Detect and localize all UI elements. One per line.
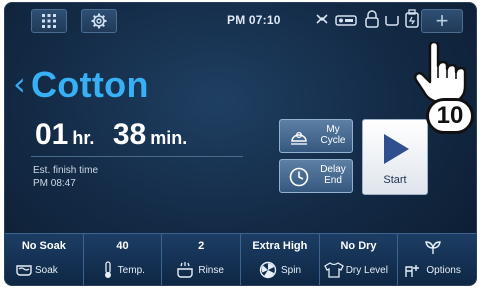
option-value: No Soak	[21, 240, 66, 252]
cycle-name[interactable]: Cotton	[31, 64, 149, 106]
option-options[interactable]: Options	[398, 234, 476, 285]
option-value: No Dry	[340, 240, 377, 252]
option-label: Dry Level	[345, 265, 388, 276]
status-bar: PM 07:10 +	[5, 3, 476, 37]
minutes-unit: min.	[150, 128, 188, 148]
back-chevron-icon[interactable]: ‹	[13, 65, 26, 103]
options-icon	[405, 265, 420, 277]
plus-icon: +	[435, 8, 449, 33]
option-label: Spin	[281, 265, 302, 276]
tub-icon	[16, 265, 32, 276]
pointing-hand-icon	[414, 42, 467, 104]
option-value: 40	[116, 240, 129, 252]
shirt-icon	[323, 262, 344, 278]
thermometer-icon	[104, 261, 111, 278]
my-cycle-label: My Cycle	[320, 124, 346, 146]
hours-value: 01	[35, 118, 69, 151]
grid-icon	[42, 14, 56, 28]
time-remaining: 01 hr. 38 min.	[35, 118, 187, 152]
rinse-icon	[177, 262, 194, 278]
add-button[interactable]: +	[421, 9, 463, 33]
settings-button[interactable]	[81, 9, 117, 33]
option-label: Temp.	[117, 265, 145, 276]
washer-screen: PM 07:10 + ‹ Cotton 01 hr. 38 min. Est. …	[4, 2, 477, 286]
start-label: Start	[383, 174, 407, 186]
start-button[interactable]: Start	[362, 119, 428, 195]
play-icon	[384, 134, 409, 164]
option-dry-level[interactable]: No Dry Dry Level	[320, 234, 399, 285]
delay-end-button[interactable]: Delay End	[279, 159, 353, 193]
detergent-icon	[405, 9, 419, 28]
option-label: Rinse	[198, 265, 224, 276]
clock: PM 07:10	[227, 13, 281, 27]
smart-control-icon	[316, 14, 328, 24]
est-finish-time: PM 08:47	[33, 178, 76, 189]
option-label: Soak	[35, 265, 58, 276]
tub-status-icon	[385, 16, 399, 26]
step-number-badge: 10	[426, 98, 474, 134]
minutes-value: 38	[112, 118, 147, 151]
est-finish-label: Est. finish time	[33, 165, 99, 176]
option-spin[interactable]: Extra High Spin	[241, 234, 320, 285]
option-value: Extra High	[252, 240, 308, 252]
leaf-icon	[425, 241, 442, 254]
gear-icon	[91, 13, 107, 29]
option-soak[interactable]: No Soak Soak	[5, 234, 84, 285]
delay-end-label: Delay End	[320, 164, 346, 186]
options-bar: No Soak Soak 40 Temp. 2 Rinse Extra High…	[5, 233, 476, 285]
option-temp[interactable]: 40 Temp.	[84, 234, 163, 285]
divider	[31, 156, 243, 157]
door-lock-icon	[365, 10, 379, 28]
clock-icon	[289, 167, 309, 187]
hours-unit: hr.	[72, 128, 95, 148]
my-cycle-button[interactable]: My Cycle	[279, 119, 353, 153]
apps-button[interactable]	[31, 9, 67, 33]
option-label: Options	[426, 265, 461, 276]
my-cycle-icon	[291, 131, 307, 145]
child-lock-icon	[335, 15, 357, 26]
option-rinse[interactable]: 2 Rinse	[162, 234, 242, 285]
option-value: 2	[198, 240, 205, 252]
spin-icon	[259, 261, 277, 279]
